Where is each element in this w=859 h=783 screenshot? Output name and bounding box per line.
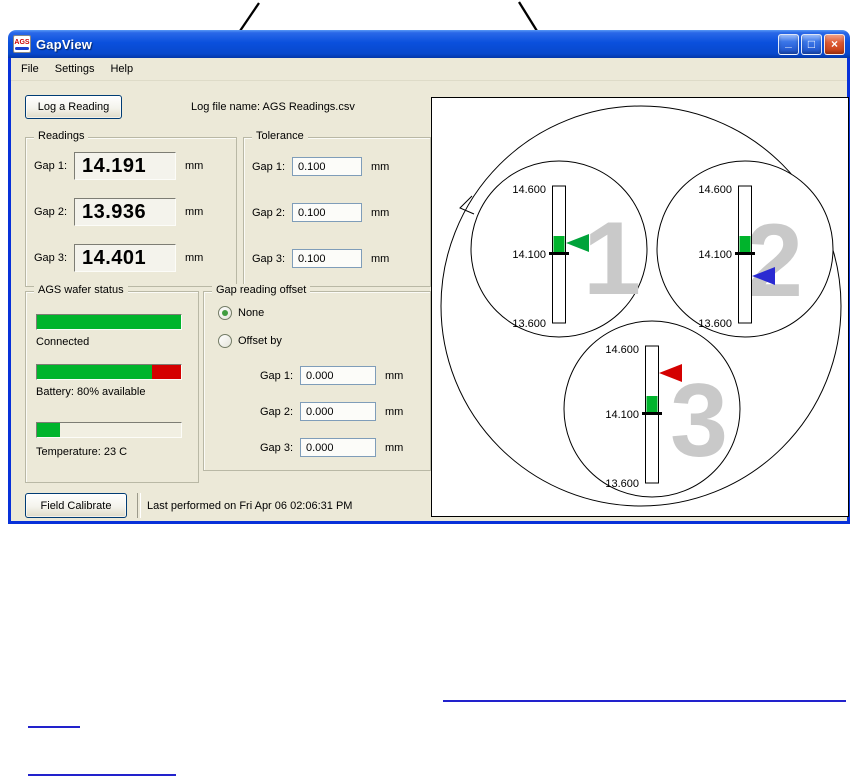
close-button[interactable]: ×: [824, 33, 845, 55]
gauge-3-scale-max: 14.600: [605, 344, 639, 356]
gauge-1-scale-max: 14.600: [512, 184, 546, 196]
offset-gap3-field[interactable]: 0.000: [300, 438, 376, 457]
tolerance-gap3-label: Gap 3:: [252, 252, 286, 265]
maximize-button[interactable]: □: [801, 33, 822, 55]
connection-bar: [36, 314, 182, 330]
offset-by-radio[interactable]: [218, 334, 232, 348]
wafer-panel: 1 2 3 14.600 14.100 13.600 14.600 14.100…: [431, 97, 849, 517]
tolerance-gap2-label: Gap 2:: [252, 206, 286, 219]
calibrate-status-label: Last performed on Fri Apr 06 02:06:31 PM: [147, 500, 353, 512]
temperature-bar-fill: [37, 423, 61, 437]
temperature-status-label: Temperature: 23 C: [36, 446, 128, 458]
wafer-status-group-title: AGS wafer status: [34, 284, 128, 296]
battery-bar-remainder: [152, 365, 181, 379]
hyperlink-underline-3[interactable]: [28, 774, 176, 776]
gauge-2-scale-mid: 14.100: [698, 249, 732, 261]
offset-gap2-label: Gap 2:: [260, 405, 294, 418]
offset-gap1-field[interactable]: 0.000: [300, 366, 376, 385]
reading-gap1-label: Gap 1:: [34, 160, 68, 172]
reading-gap3-label: Gap 3:: [34, 252, 68, 264]
gauge-1-scale-mid: 14.100: [512, 249, 546, 261]
tolerance-gap2-field[interactable]: 0.100: [292, 203, 362, 222]
menu-help[interactable]: Help: [102, 60, 141, 78]
site-number-1: 1: [583, 201, 641, 317]
gauge-3-scale-min: 13.600: [605, 478, 639, 490]
tolerance-gap1-label: Gap 1:: [252, 160, 286, 173]
offset-gap3-unit: mm: [385, 441, 404, 454]
reading-gap1-unit: mm: [185, 160, 204, 172]
reading-gap3-unit: mm: [185, 252, 204, 264]
offset-gap2-field[interactable]: 0.000: [300, 402, 376, 421]
tolerance-gap3-field[interactable]: 0.100: [292, 249, 362, 268]
offset-gap3-label: Gap 3:: [260, 441, 294, 454]
field-calibrate-button[interactable]: Field Calibrate: [25, 493, 127, 518]
reading-gap2-value: 13.936: [74, 198, 176, 226]
app-icon: AGS: [13, 35, 31, 53]
gauge-2-scale-max: 14.600: [698, 184, 732, 196]
gauge-3-nominal-tick: [642, 412, 662, 415]
site-number-2: 2: [745, 203, 803, 319]
battery-bar: [36, 364, 182, 380]
hyperlink-underline-2[interactable]: [28, 726, 80, 728]
connection-status-label: Connected: [36, 336, 90, 348]
gauge-1-nominal-tick: [549, 252, 569, 255]
window-title: GapView: [36, 36, 93, 52]
reading-gap3-value: 14.401: [74, 244, 176, 272]
page: AGS GapView _ □ × File Settings Help Log…: [0, 0, 859, 783]
gauge-3-scale-mid: 14.100: [605, 409, 639, 421]
calibrate-divider: [137, 493, 141, 518]
readings-group: Readings Gap 1: 14.191 mm Gap 2: 13.936 …: [25, 130, 237, 287]
menu-settings[interactable]: Settings: [47, 60, 103, 78]
window-body: File Settings Help Log a Reading Log fil…: [8, 58, 850, 524]
gapview-window: AGS GapView _ □ × File Settings Help Log…: [8, 30, 850, 524]
gauge-2-nominal-tick: [735, 252, 755, 255]
reading-gap2-label: Gap 2:: [34, 206, 68, 218]
offset-none-radio[interactable]: [218, 306, 232, 320]
hyperlink-underline-1[interactable]: [443, 700, 846, 702]
offset-gap2-unit: mm: [385, 405, 404, 418]
temperature-bar: [36, 422, 182, 438]
offset-group-title: Gap reading offset: [212, 284, 311, 296]
tolerance-gap1-field[interactable]: 0.100: [292, 157, 362, 176]
minimize-button[interactable]: _: [778, 33, 799, 55]
tolerance-group-title: Tolerance: [252, 130, 308, 142]
offset-by-label: Offset by: [238, 335, 282, 347]
menubar: File Settings Help: [11, 58, 847, 81]
log-reading-button[interactable]: Log a Reading: [25, 95, 122, 119]
gauge-1-scale-min: 13.600: [512, 318, 546, 330]
tolerance-group: Tolerance Gap 1: 0.100 mm Gap 2: 0.100 m…: [243, 130, 431, 287]
reading-gap1-value: 14.191: [74, 152, 176, 180]
battery-status-label: Battery: 80% available: [36, 386, 146, 398]
connection-bar-fill: [37, 315, 181, 329]
offset-gap1-label: Gap 1:: [260, 369, 294, 382]
tolerance-gap2-unit: mm: [371, 206, 390, 219]
battery-bar-fill: [37, 365, 153, 379]
offset-gap1-unit: mm: [385, 369, 404, 382]
wafer-status-group: AGS wafer status Connected Battery: 80% …: [25, 284, 199, 483]
offset-none-label: None: [238, 307, 265, 319]
log-file-label: Log file name: AGS Readings.csv: [191, 101, 355, 113]
menu-file[interactable]: File: [13, 60, 47, 78]
client-area: Log a Reading Log file name: AGS Reading…: [11, 81, 849, 523]
wafer-diagram: 1 2 3 14.600 14.100 13.600 14.600 14.100…: [440, 105, 842, 507]
tolerance-gap3-unit: mm: [371, 252, 390, 265]
reading-gap2-unit: mm: [185, 206, 204, 218]
readings-group-title: Readings: [34, 130, 89, 142]
tolerance-gap1-unit: mm: [371, 160, 390, 173]
offset-group: Gap reading offset None Offset by Gap 1:…: [203, 284, 431, 471]
gauge-2-scale-min: 13.600: [698, 318, 732, 330]
titlebar[interactable]: AGS GapView _ □ ×: [8, 30, 850, 58]
